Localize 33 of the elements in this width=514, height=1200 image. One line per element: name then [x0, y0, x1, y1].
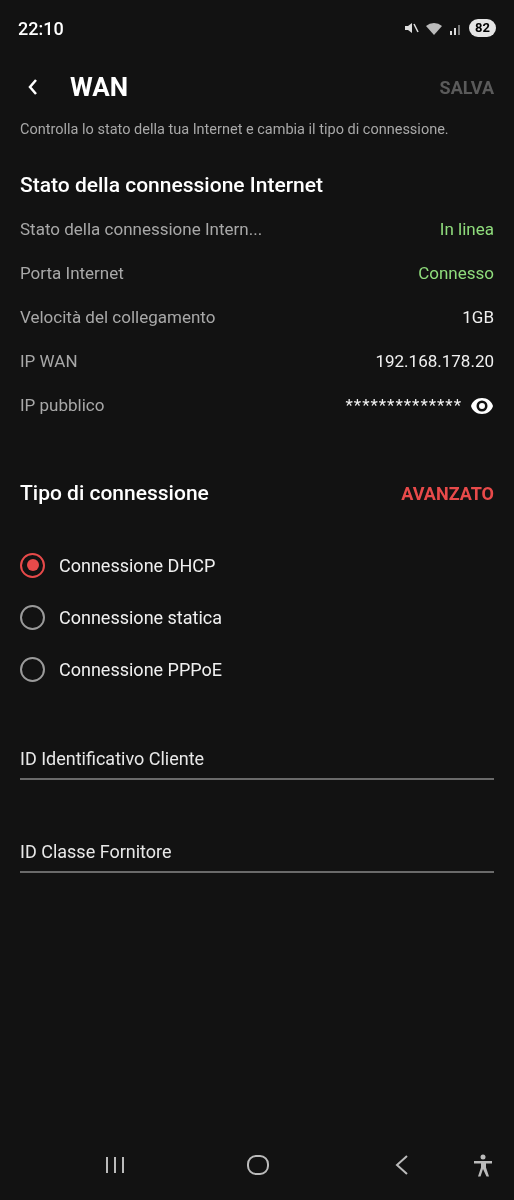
back-icon[interactable] [27, 78, 39, 96]
radio-option[interactable]: Connessione DHCP [20, 539, 494, 591]
row-value: ************** [345, 393, 462, 417]
battery-indicator: 82 [469, 19, 496, 37]
page-title: WAN [70, 70, 129, 104]
row-label: IP pubblico [20, 393, 105, 417]
mute-icon [403, 20, 420, 36]
input-field[interactable]: ID Classe Fornitore [20, 838, 494, 873]
row-label: Porta Internet [20, 261, 124, 285]
description: Controlla lo stato della tua Internet e cambia il tipo di connessione. [19, 120, 450, 140]
accessibility-icon[interactable] [472, 1154, 494, 1178]
radio-option[interactable]: Connessione statica [20, 591, 494, 643]
status-time: 22:10 [18, 16, 64, 41]
row-label: Velocità del collegamento [20, 305, 216, 329]
input-field[interactable]: ID Identificativo Cliente [20, 745, 494, 780]
row-value: 1GB [462, 305, 494, 329]
recent-apps-icon[interactable] [104, 1156, 126, 1174]
row-value: Connesso [418, 261, 494, 285]
radio-button[interactable] [20, 656, 45, 682]
row-label: IP WAN [20, 349, 78, 373]
wifi-icon [425, 20, 444, 36]
home-icon[interactable] [246, 1154, 270, 1176]
radio-button[interactable] [20, 604, 45, 630]
row-label: Stato della connessione Intern... [20, 217, 263, 241]
radio-button[interactable] [20, 552, 45, 578]
radio-option[interactable]: Connessione PPPoE [20, 643, 494, 695]
section-title: Tipo di connessione [20, 479, 209, 507]
row-value: In linea [439, 217, 494, 241]
back-icon[interactable] [394, 1154, 410, 1176]
advanced-button[interactable]: AVANZATO [401, 479, 494, 507]
eye-icon[interactable] [470, 396, 494, 415]
row-value: 192.168.178.20 [375, 349, 494, 373]
section-title: Stato della connessione Internet [20, 172, 325, 199]
